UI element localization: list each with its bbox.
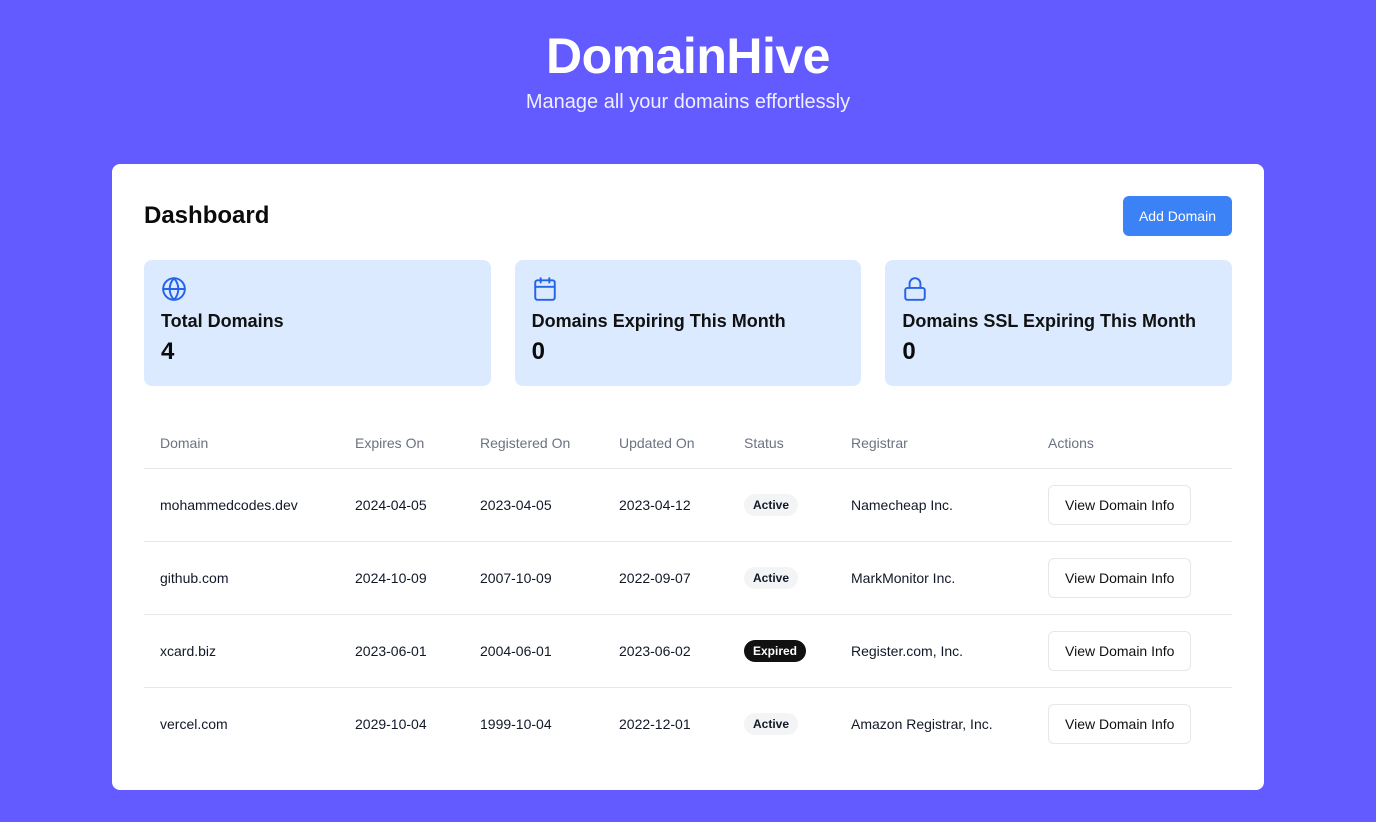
cell-registrar: MarkMonitor Inc. [835, 541, 1032, 615]
table-header: Domain Expires On Registered On Updated … [144, 418, 1232, 469]
page-header: DomainHive Manage all your domains effor… [0, 0, 1376, 164]
column-header-registered-on: Registered On [464, 418, 603, 469]
cell-expires-on: 2023-06-01 [339, 614, 464, 688]
calendar-icon [533, 277, 556, 301]
status-badge: Active [744, 566, 799, 589]
cell-domain: mohammedcodes.dev [144, 468, 339, 542]
table-row: xcard.biz 2023-06-01 2004-06-01 2023-06-… [144, 614, 1232, 688]
stat-card-expiring-domains: Domains Expiring This Month 0 [514, 260, 862, 386]
view-domain-info-button[interactable]: View Domain Info [1048, 484, 1192, 525]
cell-expires-on: 2024-04-05 [339, 468, 464, 542]
dashboard-title: Dashboard [144, 202, 270, 229]
dashboard-header: Dashboard Add Domain [144, 196, 1232, 236]
cell-updated-on: 2022-12-01 [619, 715, 691, 732]
column-header-updated-on: Updated On [603, 418, 728, 469]
cell-updated-on: 2022-09-07 [603, 541, 728, 615]
cell-registrar: Register.com, Inc. [835, 614, 1032, 688]
stat-card-total-domains: Total Domains 4 [144, 260, 491, 386]
cell-actions: View Domain Info [1032, 468, 1232, 542]
cell-actions: View Domain Info [1032, 687, 1232, 760]
cell-status: Active [728, 687, 835, 760]
status-badge: Active [744, 712, 799, 735]
stat-label: Domains Expiring This Month [531, 311, 786, 331]
stat-label: Domains SSL Expiring This Month [902, 311, 1197, 331]
cell-registered-on: 2007-10-09 [464, 541, 603, 615]
cell-domain: vercel.com [160, 715, 228, 732]
table-row: mohammedcodes.dev 2024-04-05 2023-04-05 … [144, 468, 1232, 542]
stats-row: Total Domains 4 Domains Expiring This Mo… [144, 260, 1233, 386]
column-header-status: Status [728, 418, 835, 469]
cell-updated-on: 2023-06-02 [603, 614, 728, 688]
cell-domain: github.com [144, 541, 339, 615]
add-domain-button[interactable]: Add Domain [1122, 196, 1232, 236]
cell-updated-on: 2023-04-12 [603, 468, 728, 542]
cell-actions: View Domain Info [1032, 614, 1232, 688]
status-badge: Active [744, 493, 799, 516]
view-domain-info-button[interactable]: View Domain Info [1048, 703, 1192, 744]
stat-card-ssl-expiring: Domains SSL Expiring This Month 0 [885, 260, 1233, 386]
lock-icon [904, 277, 927, 301]
cell-expires-on: 2024-10-09 [339, 541, 464, 615]
cell-registered-on: 2004-06-01 [464, 614, 603, 688]
cell-status: Expired [728, 614, 835, 688]
column-header-domain: Domain [144, 418, 339, 469]
cell-registrar: Amazon Registrar, Inc. [851, 715, 993, 732]
cell-registered-on: 2023-04-05 [464, 468, 603, 542]
cell-expires-on: 2029-10-04 [355, 715, 427, 732]
column-header-actions: Actions [1032, 418, 1232, 469]
view-domain-info-button[interactable]: View Domain Info [1048, 557, 1192, 598]
cell-status: Active [728, 541, 835, 615]
globe-icon [162, 277, 186, 301]
cell-status: Active [728, 468, 835, 542]
brand-title: DomainHive [546, 28, 830, 84]
domains-table: Domain Expires On Registered On Updated … [144, 418, 1232, 760]
cell-registrar: Namecheap Inc. [835, 468, 1032, 542]
column-header-registrar: Registrar [835, 418, 1032, 469]
status-badge: Expired [744, 639, 807, 662]
stat-value: 4 [161, 338, 175, 365]
stat-label: Total Domains [161, 311, 284, 331]
cell-registered-on: 1999-10-04 [480, 715, 552, 732]
table-row: vercel.com 2029-10-04 1999-10-04 2022-12… [144, 687, 1232, 760]
table-body: mohammedcodes.dev 2024-04-05 2023-04-05 … [144, 468, 1232, 760]
table-header-row: Domain Expires On Registered On Updated … [144, 418, 1232, 469]
cell-actions: View Domain Info [1032, 541, 1232, 615]
cell-domain: xcard.biz [144, 614, 339, 688]
table-row: github.com 2024-10-09 2007-10-09 2022-09… [144, 541, 1232, 615]
view-domain-info-button[interactable]: View Domain Info [1048, 630, 1192, 671]
column-header-expires-on: Expires On [339, 418, 464, 469]
stat-value: 0 [531, 338, 546, 365]
brand-tagline: Manage all your domains effortlessly [525, 91, 851, 113]
dashboard-card: Dashboard Add Domain Total Domains 4 Dom… [112, 164, 1264, 790]
stat-value: 0 [902, 338, 916, 365]
